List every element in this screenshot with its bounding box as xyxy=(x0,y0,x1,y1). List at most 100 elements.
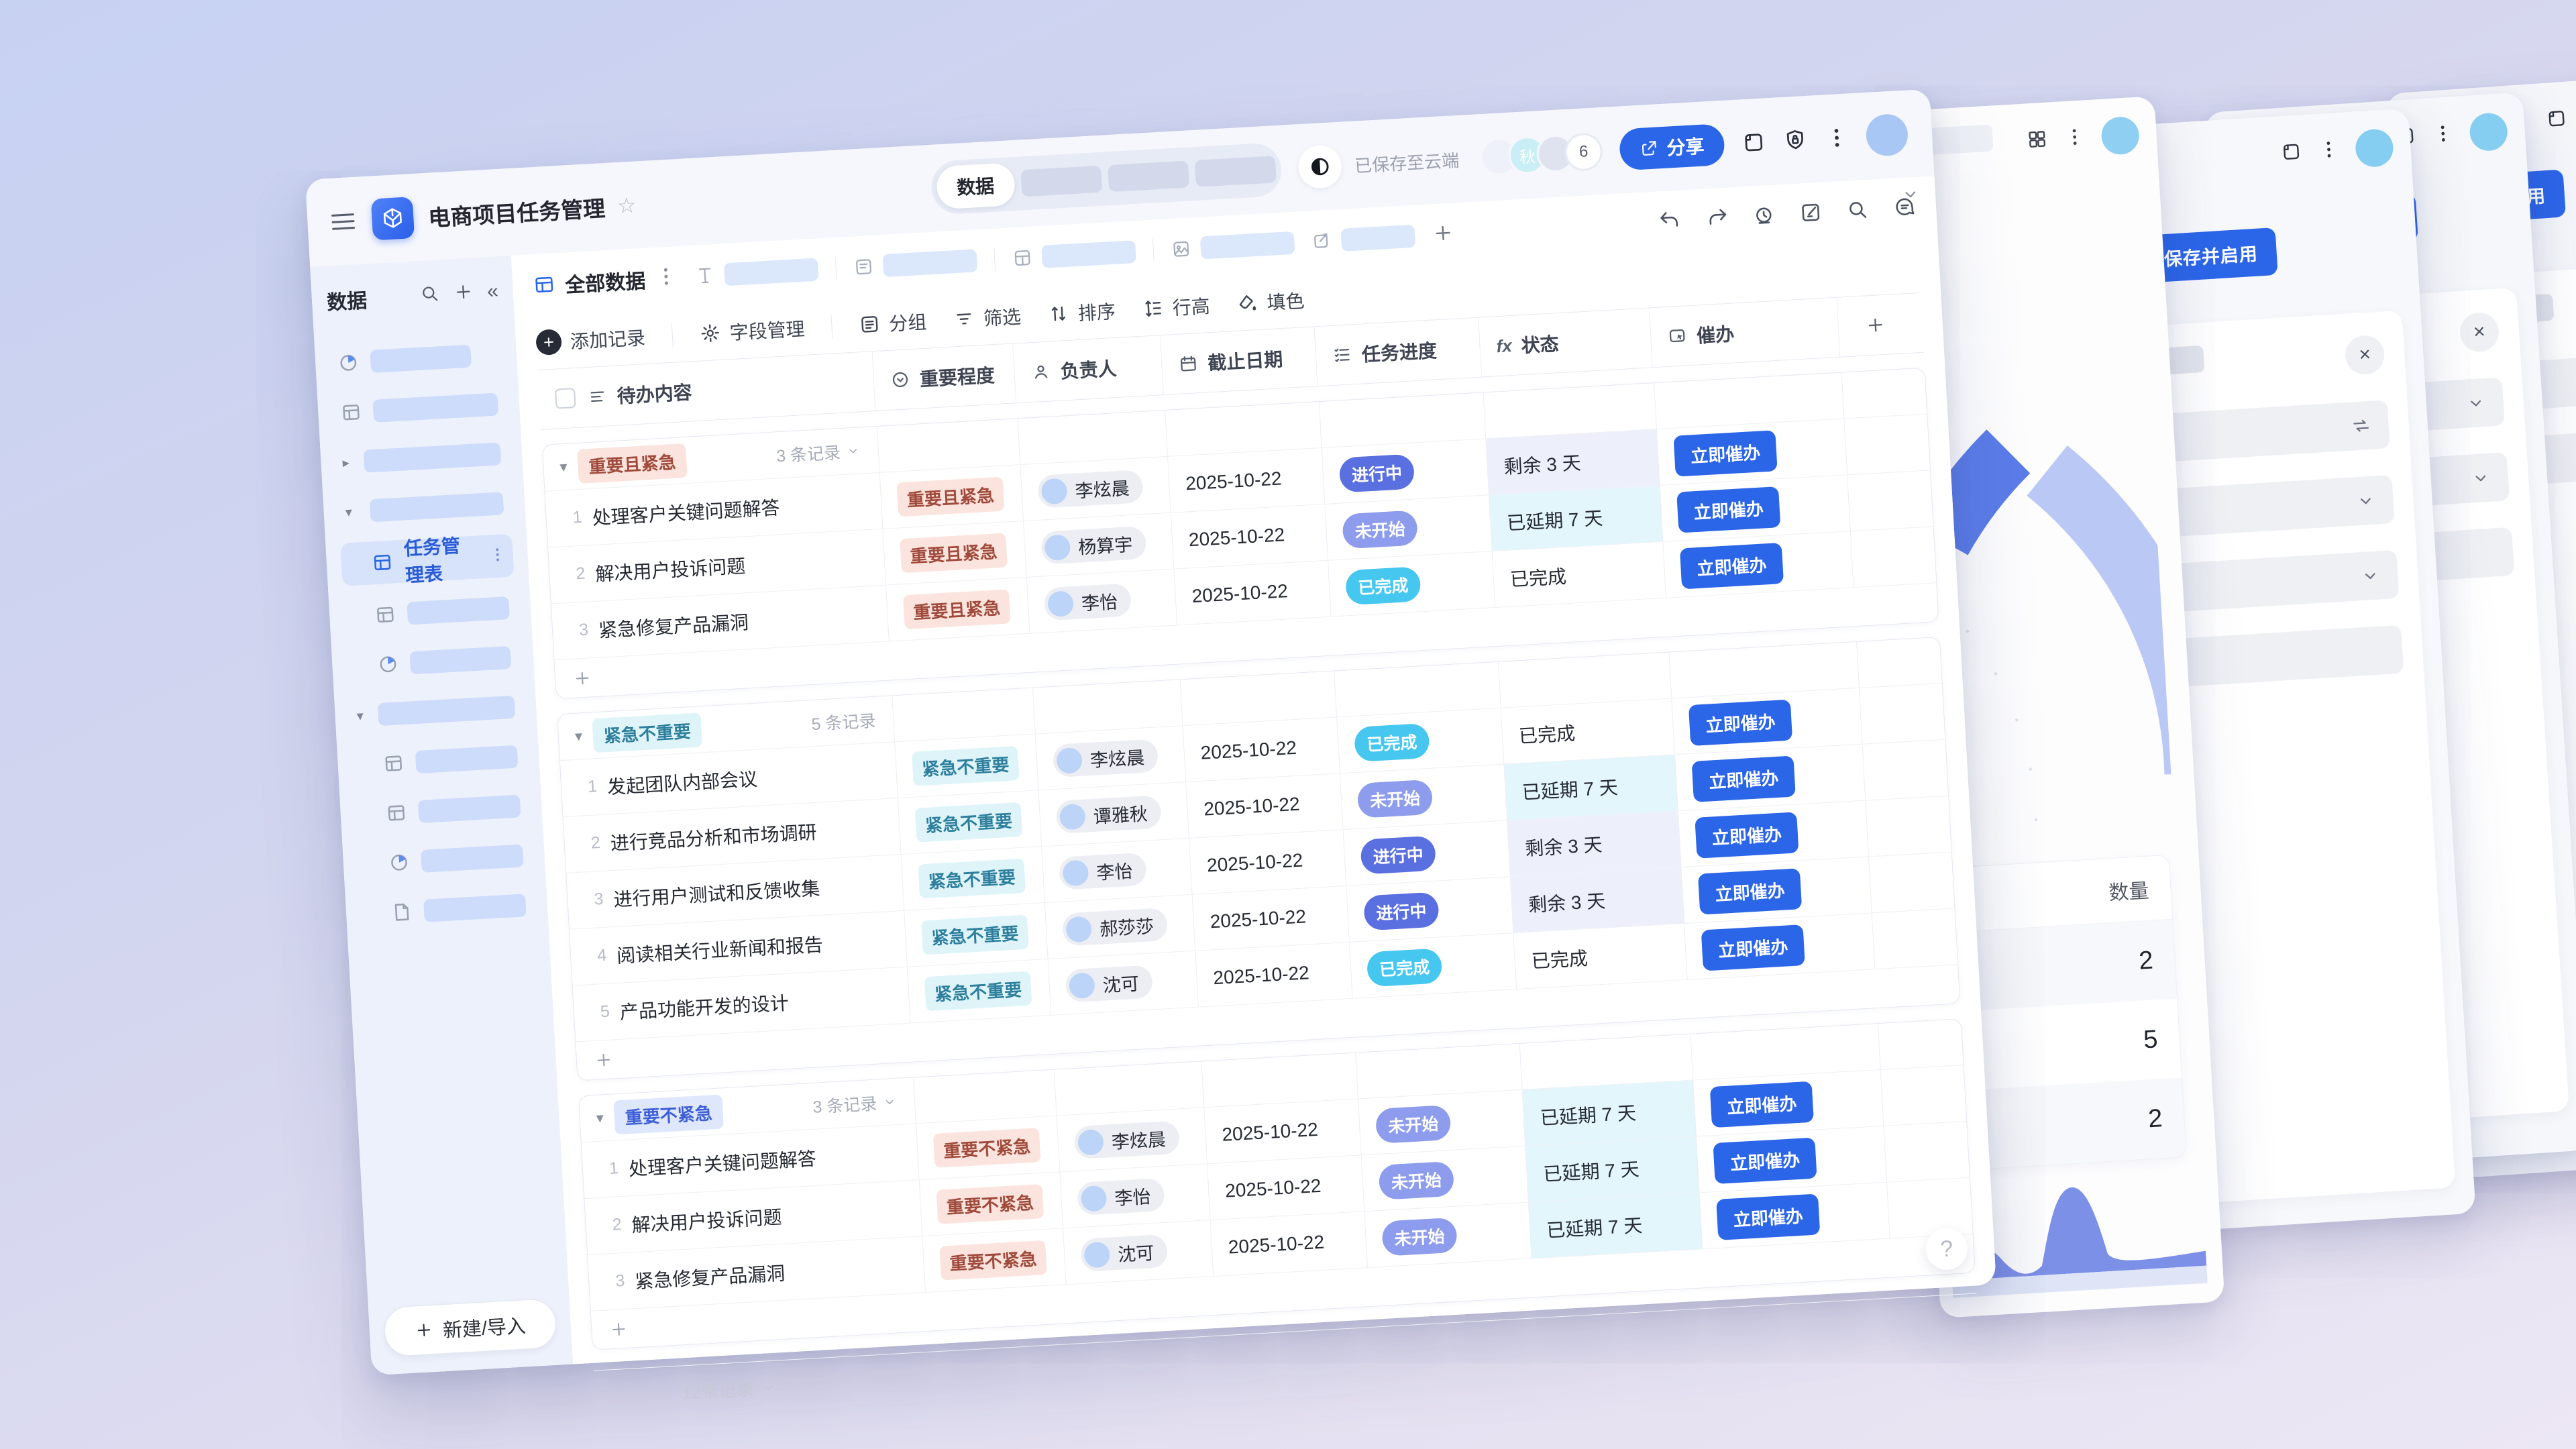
apps-icon[interactable] xyxy=(2026,127,2049,154)
sidebar-item-table[interactable] xyxy=(354,787,528,834)
group-collapse-icon[interactable]: ▾ xyxy=(559,458,568,476)
progress-cell[interactable]: 已完成 xyxy=(1328,551,1496,616)
tab-skeleton[interactable] xyxy=(1107,160,1189,193)
group-badge[interactable]: 重要不紧急 xyxy=(613,1093,724,1134)
group-record-count[interactable]: 3 条记录 xyxy=(775,437,879,467)
status-cell[interactable]: 已完成 xyxy=(1513,923,1688,989)
priority-cell[interactable]: 重要不紧急 xyxy=(919,1172,1063,1236)
view-tab-skeleton[interactable] xyxy=(694,258,819,288)
undo-icon[interactable] xyxy=(1658,208,1682,235)
due-date-cell[interactable]: 2025-10-22 xyxy=(1195,942,1353,1007)
priority-cell[interactable]: 重要不紧急 xyxy=(916,1116,1061,1180)
avatar[interactable] xyxy=(2354,128,2395,168)
urge-now-button[interactable]: 立即催办 xyxy=(1697,868,1803,915)
sidebar-folder-collapsed[interactable]: ▸ xyxy=(335,435,508,482)
view-tab-skeleton[interactable] xyxy=(1012,240,1136,270)
column-header-progress[interactable]: 任务进度 xyxy=(1314,317,1483,386)
priority-cell[interactable]: 紧急不重要 xyxy=(907,959,1052,1023)
sidebar-item-document[interactable] xyxy=(360,886,534,933)
new-view-skeleton[interactable] xyxy=(1311,224,1416,254)
status-cell[interactable]: 已完成 xyxy=(1492,541,1666,607)
urge-now-button[interactable]: 立即催办 xyxy=(1688,699,1793,747)
status-cell[interactable]: 已延期 7 天 xyxy=(1522,1080,1697,1146)
due-date-cell[interactable]: 2025-10-22 xyxy=(1186,773,1344,838)
chevron-down-icon[interactable] xyxy=(1900,184,1921,209)
select-all-checkbox[interactable] xyxy=(554,388,576,409)
owner-cell[interactable]: 李炫晨 xyxy=(1020,456,1171,521)
progress-cell[interactable]: 进行中 xyxy=(1322,439,1489,504)
row-height-button[interactable]: 行高 xyxy=(1142,292,1211,323)
owner-cell[interactable]: 李怡 xyxy=(1042,838,1193,903)
urge-now-button[interactable]: 立即催办 xyxy=(1701,924,1805,971)
sidebar-item-task-table[interactable]: 任务管理表 xyxy=(340,533,515,586)
add-record-button[interactable]: 添加记录 xyxy=(535,323,646,356)
sort-button[interactable]: 排序 xyxy=(1047,297,1116,328)
owner-cell[interactable]: 沈可 xyxy=(1063,1220,1214,1285)
priority-cell[interactable]: 重要且紧急 xyxy=(883,521,1027,585)
priority-cell[interactable]: 重要且紧急 xyxy=(879,465,1024,529)
kebab-icon[interactable] xyxy=(2432,122,2455,148)
priority-cell[interactable]: 紧急不重要 xyxy=(895,734,1039,798)
favorite-star-icon[interactable]: ☆ xyxy=(616,193,637,219)
progress-cell[interactable]: 未开始 xyxy=(1358,1089,1526,1155)
share-button[interactable]: 分享 xyxy=(1618,123,1726,171)
owner-cell[interactable]: 谭雅秋 xyxy=(1038,782,1189,847)
collapse-sidebar-icon[interactable]: « xyxy=(486,280,499,303)
urge-now-button[interactable]: 立即催办 xyxy=(1673,430,1778,477)
group-badge[interactable]: 重要且紧急 xyxy=(577,443,688,484)
fill-color-button[interactable]: 填色 xyxy=(1236,286,1305,317)
progress-cell[interactable]: 未开始 xyxy=(1325,495,1493,560)
progress-cell[interactable]: 未开始 xyxy=(1340,764,1508,830)
view-tab-skeleton[interactable] xyxy=(1171,231,1295,261)
owner-cell[interactable]: 李怡 xyxy=(1026,569,1178,633)
owner-cell[interactable]: 沈可 xyxy=(1048,951,1199,1015)
group-record-count[interactable]: 3 条记录 xyxy=(812,1088,915,1118)
sidebar-item-table[interactable] xyxy=(332,385,506,432)
sidebar-item-dashboard[interactable] xyxy=(346,638,520,685)
owner-cell[interactable]: 李炫晨 xyxy=(1035,726,1187,790)
new-import-button[interactable]: 新建/导入 xyxy=(383,1297,557,1358)
group-collapse-icon[interactable]: ▾ xyxy=(596,1109,604,1127)
progress-cell[interactable]: 未开始 xyxy=(1364,1202,1532,1268)
owner-cell[interactable]: 郝莎莎 xyxy=(1044,894,1196,959)
progress-cell[interactable]: 已完成 xyxy=(1349,933,1517,998)
due-date-cell[interactable]: 2025-10-22 xyxy=(1207,1155,1365,1220)
sidebar-folder-expanded[interactable]: ▾ xyxy=(349,688,523,735)
group-collapse-icon[interactable]: ▾ xyxy=(574,727,582,745)
add-view-icon[interactable] xyxy=(1432,221,1454,248)
status-cell[interactable]: 已延期 7 天 xyxy=(1504,755,1678,820)
edit-icon[interactable] xyxy=(1799,200,1823,227)
progress-cell[interactable]: 未开始 xyxy=(1361,1146,1529,1212)
avatar[interactable] xyxy=(2468,111,2509,152)
group-record-count[interactable]: 5 条记录 xyxy=(811,706,894,735)
plugin-icon[interactable] xyxy=(2280,140,2303,166)
urge-now-button[interactable]: 立即催办 xyxy=(1691,755,1796,802)
due-date-cell[interactable]: 2025-10-22 xyxy=(1174,560,1332,625)
reminder-clock-icon[interactable] xyxy=(1752,203,1776,230)
column-header-status[interactable]: fx 状态 xyxy=(1479,308,1653,377)
kebab-icon[interactable] xyxy=(2063,125,2086,152)
status-cell[interactable]: 剩余 3 天 xyxy=(1486,429,1660,495)
sidebar-item-dashboard[interactable] xyxy=(329,335,503,382)
due-date-cell[interactable]: 2025-10-22 xyxy=(1171,504,1329,569)
tab-skeleton[interactable] xyxy=(1194,156,1277,187)
plugin-icon[interactable] xyxy=(1741,129,1766,155)
owner-cell[interactable]: 李怡 xyxy=(1060,1164,1211,1228)
plugin-icon[interactable] xyxy=(2545,107,2568,133)
sidebar-item-dashboard[interactable] xyxy=(358,837,531,883)
sidebar-item-table[interactable] xyxy=(352,737,525,784)
tab-skeleton[interactable] xyxy=(1020,165,1102,197)
kebab-icon[interactable] xyxy=(2317,138,2340,164)
view-tab-skeleton[interactable] xyxy=(853,249,978,278)
urge-now-button[interactable]: 立即催办 xyxy=(1713,1137,1817,1185)
status-cell[interactable]: 剩余 3 天 xyxy=(1510,867,1685,933)
column-header-due-date[interactable]: 截止日期 xyxy=(1160,327,1318,395)
column-header-urge[interactable]: 催办 xyxy=(1649,297,1841,368)
sidebar-item-table[interactable] xyxy=(343,589,517,636)
status-cell[interactable]: 已延期 7 天 xyxy=(1525,1136,1700,1202)
status-cell[interactable]: 已延期 7 天 xyxy=(1489,485,1664,551)
theme-toggle-icon[interactable] xyxy=(1297,144,1342,190)
search-icon[interactable] xyxy=(1845,197,1870,225)
urge-now-button[interactable]: 立即催办 xyxy=(1716,1193,1821,1240)
priority-cell[interactable]: 重要不紧急 xyxy=(922,1228,1067,1292)
